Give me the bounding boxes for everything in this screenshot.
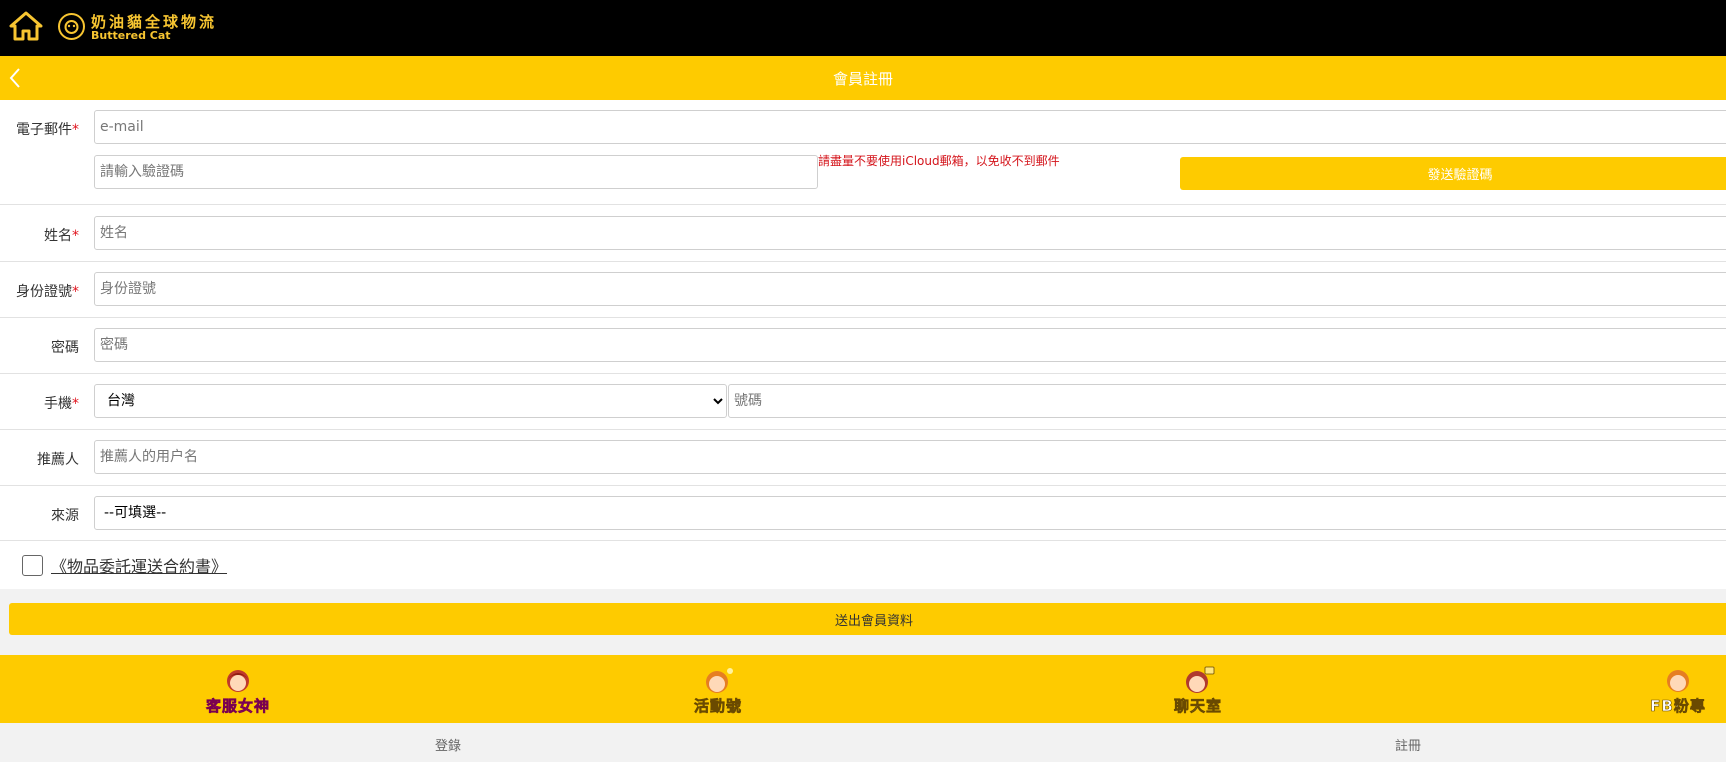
source-select[interactable]: --可填選--: [94, 496, 1726, 530]
event-girl-avatar-icon: [706, 668, 733, 693]
id-number-row: 身份證號*: [0, 262, 1726, 318]
required-mark: *: [72, 228, 79, 244]
required-mark: *: [72, 122, 79, 138]
nav-item-chatroom[interactable]: 聊天室: [1138, 655, 1258, 723]
email-input[interactable]: [94, 110, 1726, 144]
register-link[interactable]: 註冊: [1395, 735, 1421, 754]
fb-girl-avatar-icon: [1667, 670, 1689, 692]
footer: 登錄 註冊: [0, 723, 1726, 762]
agreement-row: 《物品委託運送合約書》: [0, 541, 1726, 589]
email-label: 電子郵件*: [16, 122, 79, 138]
name-label: 姓名*: [44, 228, 79, 244]
source-row: 來源 --可填選--: [0, 486, 1726, 541]
agreement-checkbox[interactable]: [22, 555, 43, 576]
password-label: 密碼: [51, 340, 79, 356]
nav-label: 客服女神: [205, 697, 270, 716]
nav-label: 活動號: [693, 697, 742, 716]
referrer-input[interactable]: [94, 440, 1726, 474]
mobile-row: 手機* 台灣: [0, 374, 1726, 430]
chat-girl-avatar-icon: [1186, 666, 1215, 693]
required-mark: *: [72, 284, 79, 300]
referrer-row: 推薦人: [0, 430, 1726, 486]
icloud-warning-note: 請盡量不要使用iCloud郵箱，以免收不到郵件: [818, 154, 1060, 168]
name-row: 姓名*: [0, 206, 1726, 262]
brand-logo[interactable]: 奶油貓全球物流 Buttered Cat: [58, 11, 248, 45]
id-number-label: 身份證號*: [16, 284, 79, 300]
email-row: 電子郵件* 請盡量不要使用iCloud郵箱，以免收不到郵件 發送驗證碼: [0, 100, 1726, 205]
required-mark: *: [72, 396, 79, 412]
send-verification-code-button[interactable]: 發送驗證碼: [1180, 157, 1726, 190]
mobile-label: 手機*: [44, 396, 79, 412]
brand-name-en: Buttered Cat: [91, 29, 171, 42]
source-label: 來源: [51, 508, 79, 524]
id-number-input[interactable]: [94, 272, 1726, 306]
password-row: 密碼: [0, 318, 1726, 374]
nav-item-event[interactable]: 活動號: [658, 655, 778, 723]
home-icon[interactable]: [9, 11, 43, 41]
page-title: 會員註冊: [832, 70, 893, 88]
referrer-label: 推薦人: [37, 452, 79, 468]
nav-item-fb[interactable]: FB粉專: [1618, 655, 1726, 723]
nav-label: 聊天室: [1173, 697, 1222, 716]
nav-label: FB粉專: [1650, 697, 1706, 716]
bottom-nav: 客服女神 活動號 聊天室 FB粉專: [0, 655, 1726, 723]
nav-item-support[interactable]: 客服女神: [178, 655, 298, 723]
top-bar: 奶油貓全球物流 Buttered Cat: [0, 0, 1726, 56]
verification-code-input[interactable]: [94, 155, 818, 189]
submit-area: 送出會員資料: [0, 589, 1726, 655]
login-link[interactable]: 登錄: [435, 735, 461, 754]
support-girl-avatar-icon: [227, 670, 249, 692]
submit-member-data-button[interactable]: 送出會員資料: [9, 603, 1726, 635]
country-select[interactable]: 台灣: [94, 384, 727, 418]
password-input[interactable]: [94, 328, 1726, 362]
phone-number-input[interactable]: [728, 384, 1726, 418]
name-input[interactable]: [94, 216, 1726, 250]
title-bar: 會員註冊: [0, 56, 1726, 100]
agreement-link[interactable]: 《物品委託運送合約書》: [51, 553, 227, 577]
cat-logo-icon: [58, 13, 85, 40]
